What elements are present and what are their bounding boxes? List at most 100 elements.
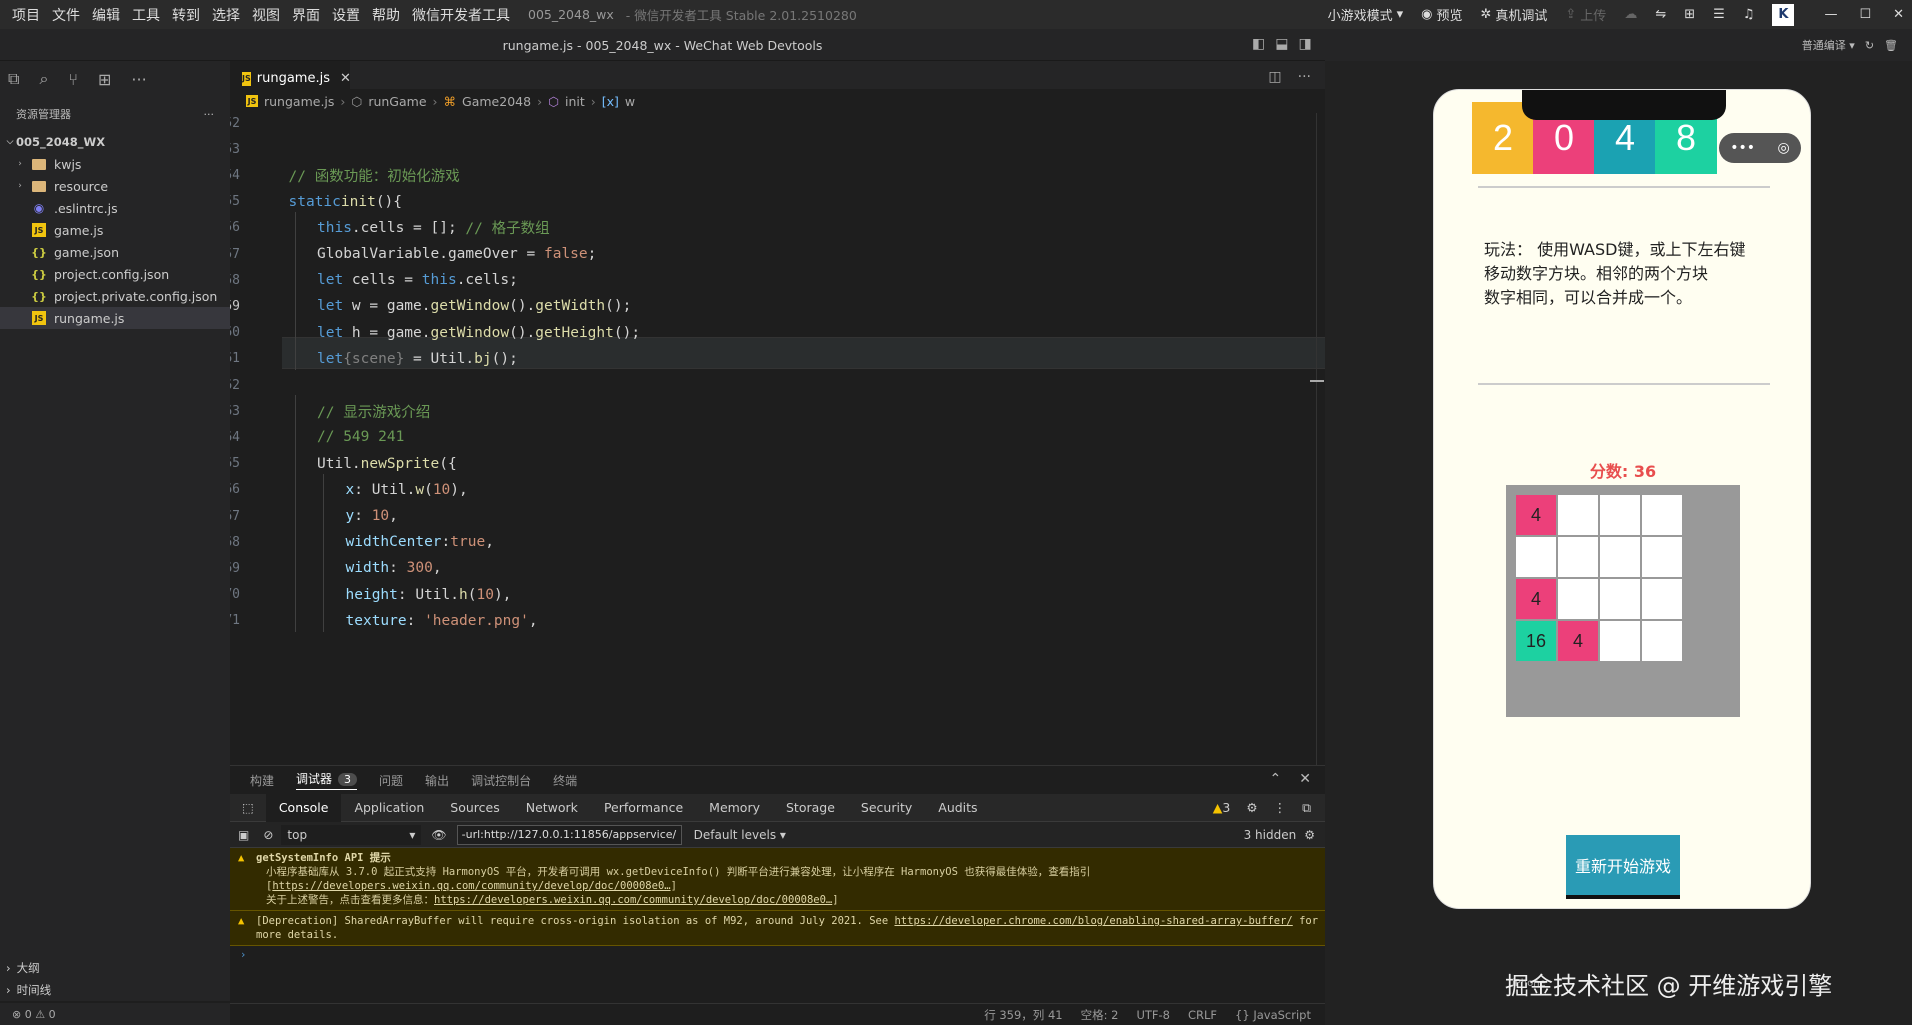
realtest-button[interactable]: ✲ 真机调试 <box>1480 5 1547 24</box>
close-icon[interactable]: ✕ <box>1893 7 1904 22</box>
tree-item[interactable]: › resource <box>0 175 230 197</box>
menu-settings[interactable]: 设置 <box>326 5 366 25</box>
code-editor[interactable]: 352353354// 函数功能：初始化游戏355static init(){3… <box>230 113 1325 765</box>
filter-input[interactable]: -url:http://127.0.0.1:11856/appservice/ <box>456 824 682 845</box>
editor-more-icon[interactable]: ··· <box>1298 69 1311 85</box>
line-ending[interactable]: CRLF <box>1188 1008 1217 1022</box>
toggle-simulator-icon[interactable]: ◨ <box>1298 36 1311 52</box>
menu-devtools[interactable]: 微信开发者工具 <box>406 5 516 25</box>
menu-file[interactable]: 文件 <box>46 5 86 25</box>
menu-project[interactable]: 项目 <box>6 5 46 25</box>
devtab-memory[interactable]: Memory <box>696 794 773 822</box>
capsule-menu[interactable]: ••• ◎ <box>1719 133 1801 163</box>
menu-select[interactable]: 选择 <box>206 5 246 25</box>
tab-build[interactable]: 构建 <box>250 772 274 789</box>
avatar[interactable]: K <box>1772 3 1795 26</box>
phone-screen[interactable]: 2048 ••• ◎ 玩法： 使用WASD键，或上下左右键 移动数字方块。相邻的两… <box>1433 89 1811 909</box>
split-editor-icon[interactable]: ◫ <box>1268 69 1281 85</box>
timeline-section[interactable]: › 时间线 <box>0 979 230 1001</box>
extensions-icon[interactable]: ⊞ <box>98 70 111 89</box>
scrollbar-track[interactable] <box>1316 113 1317 765</box>
tree-item[interactable]: JS game.js <box>0 219 230 241</box>
indentation[interactable]: 空格: 2 <box>1081 1007 1119 1023</box>
compile-mode-dropdown[interactable]: 普通编译 ▾ <box>1802 37 1855 53</box>
clear-console-icon[interactable]: ⊘ <box>263 828 273 842</box>
search-icon[interactable]: ⌕ <box>39 69 48 89</box>
outline-section[interactable]: › 大纲 <box>0 957 230 979</box>
tree-item[interactable]: ◉ .eslintrc.js <box>0 197 230 219</box>
switch-icon[interactable]: ⇋ <box>1655 7 1666 22</box>
close-tab-icon[interactable]: ✕ <box>340 71 351 86</box>
inspect-icon[interactable]: ⬚ <box>230 794 266 822</box>
refresh-icon[interactable]: ↻ <box>1865 39 1874 52</box>
layout-icon[interactable]: ⊞ <box>1684 7 1695 22</box>
devtab-application[interactable]: Application <box>341 794 437 822</box>
tree-item[interactable]: {} game.json <box>0 241 230 263</box>
tab-output[interactable]: 输出 <box>425 772 449 789</box>
devtab-sources[interactable]: Sources <box>437 794 512 822</box>
mode-dropdown[interactable]: 小游戏模式 ▾ <box>1328 5 1404 24</box>
sidebar-toggle-icon[interactable]: ▣ <box>238 828 249 842</box>
menu-edit[interactable]: 编辑 <box>86 5 126 25</box>
more-icon[interactable]: ··· <box>131 70 146 89</box>
close-panel-icon[interactable]: ✕ <box>1299 771 1311 787</box>
clear-cache-icon[interactable]: 🗑 <box>1884 39 1898 52</box>
toggle-sidebar-icon[interactable]: ◧ <box>1252 36 1265 52</box>
devtab-network[interactable]: Network <box>513 794 591 822</box>
context-select[interactable]: top ▾ <box>281 824 422 845</box>
exit-target-icon[interactable]: ◎ <box>1778 140 1790 156</box>
toggle-panel-icon[interactable]: ⬓ <box>1275 36 1288 52</box>
menu-view[interactable]: 视图 <box>246 5 286 25</box>
warning-count[interactable]: ▲3 <box>1213 800 1231 815</box>
source-control-icon[interactable]: ⑂ <box>68 70 78 89</box>
menu-goto[interactable]: 转到 <box>166 5 206 25</box>
console-settings-icon[interactable]: ⚙ <box>1304 828 1315 842</box>
tree-item[interactable]: {} project.private.config.json <box>0 285 230 307</box>
console-prompt[interactable]: › <box>230 946 1325 964</box>
breadcrumb-variable[interactable]: w <box>625 94 635 109</box>
tab-problems[interactable]: 问题 <box>379 772 403 789</box>
tab-terminal[interactable]: 终端 <box>553 772 577 789</box>
project-root[interactable]: ⌵ 005_2048_WX <box>0 131 230 153</box>
tree-item[interactable]: › kwjs <box>0 153 230 175</box>
devtab-performance[interactable]: Performance <box>591 794 696 822</box>
preview-button[interactable]: ◉ 预览 <box>1421 5 1462 24</box>
tab-debug-console[interactable]: 调试控制台 <box>471 772 531 789</box>
tab-debugger[interactable]: 调试器 3 <box>296 770 358 790</box>
cloud-icon[interactable]: ☁ <box>1624 7 1637 22</box>
devtools-more-icon[interactable]: ⋮ <box>1274 800 1287 815</box>
explorer-more-icon[interactable]: ··· <box>204 108 215 121</box>
bell-icon[interactable]: ♫ <box>1743 7 1755 22</box>
devtab-console[interactable]: Console <box>265 793 342 822</box>
deprecation-link[interactable]: https://developer.chrome.com/blog/enabli… <box>894 915 1292 927</box>
list-icon[interactable]: ☰ <box>1713 7 1725 22</box>
tree-item[interactable]: JS rungame.js <box>0 307 230 329</box>
breadcrumb-class[interactable]: Game2048 <box>462 94 531 109</box>
upload-button[interactable]: ⇪ 上传 <box>1565 5 1606 24</box>
devtools-settings-icon[interactable]: ⚙ <box>1246 800 1257 815</box>
more-dots-icon[interactable]: ••• <box>1730 140 1755 156</box>
maximize-panel-icon[interactable]: ⌃ <box>1270 771 1282 787</box>
files-icon[interactable]: ⧉ <box>8 69 19 89</box>
problems-status[interactable]: ⊗ 0 ⚠ 0 <box>0 1003 230 1025</box>
devtab-security[interactable]: Security <box>848 794 925 822</box>
levels-dropdown[interactable]: Default levels ▾ <box>694 828 786 842</box>
breadcrumb-method[interactable]: init <box>565 94 585 109</box>
menu-interface[interactable]: 界面 <box>286 5 326 25</box>
tree-item[interactable]: {} project.config.json <box>0 263 230 285</box>
restart-button[interactable]: 重新开始游戏 <box>1566 835 1680 899</box>
cursor-position[interactable]: 行 359，列 41 <box>984 1007 1062 1023</box>
menu-help[interactable]: 帮助 <box>366 5 406 25</box>
menu-tools[interactable]: 工具 <box>126 5 166 25</box>
devtab-audits[interactable]: Audits <box>925 794 990 822</box>
maximize-icon[interactable]: ☐ <box>1859 7 1871 22</box>
breadcrumb-file[interactable]: rungame.js <box>264 94 334 109</box>
live-expression-icon[interactable]: 👁 <box>431 828 446 842</box>
minimize-icon[interactable]: — <box>1824 7 1837 22</box>
breadcrumb-module[interactable]: runGame <box>368 94 426 109</box>
warning-link[interactable]: https://developers.weixin.qq.com/communi… <box>272 880 670 892</box>
language-mode[interactable]: {} JavaScript <box>1235 1008 1311 1022</box>
warning-link-2[interactable]: https://developers.weixin.qq.com/communi… <box>434 894 832 906</box>
encoding[interactable]: UTF-8 <box>1136 1008 1170 1022</box>
devtab-storage[interactable]: Storage <box>773 794 848 822</box>
